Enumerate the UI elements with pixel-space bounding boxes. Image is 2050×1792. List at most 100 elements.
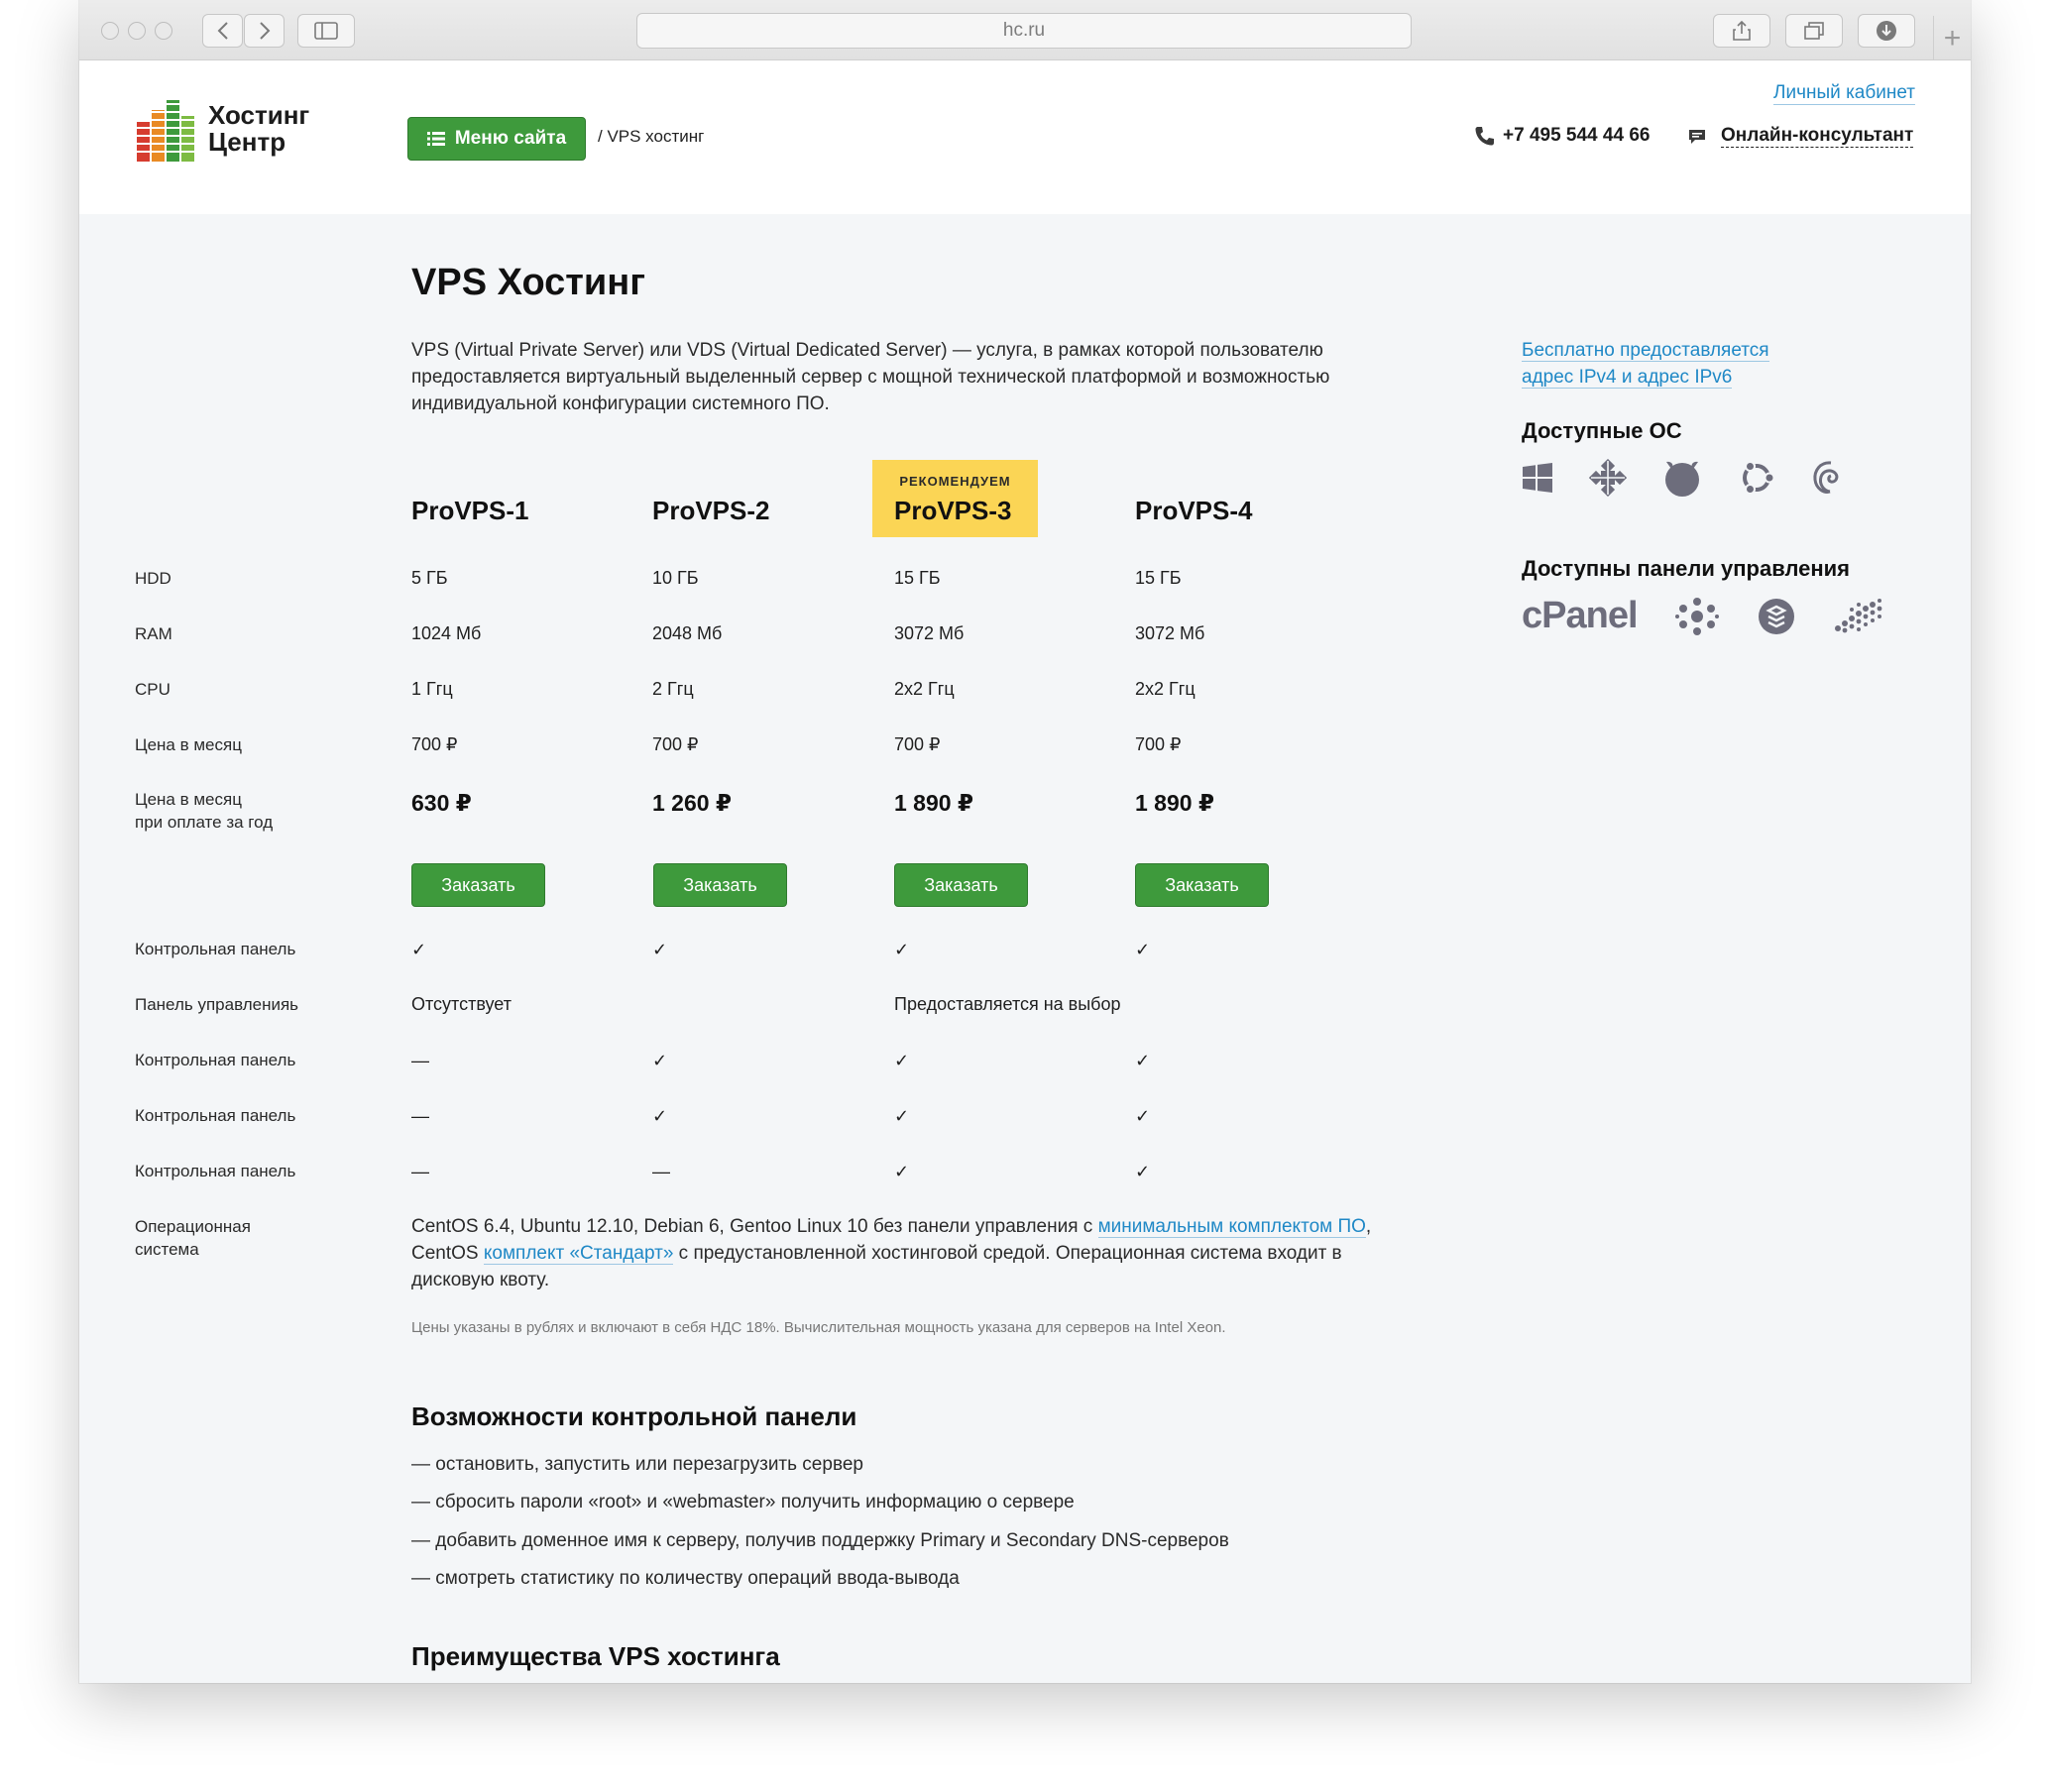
standard-kit-link[interactable]: комплект «Стандарт» [483, 1243, 674, 1265]
order-button-provps-1[interactable]: Заказать [411, 863, 545, 907]
row-label-ram: RAM [135, 624, 172, 643]
management-panel-absent: Отсутствует [411, 994, 512, 1014]
row-label-control-panel-2: Контрольная панель [135, 1051, 296, 1069]
chat-bubble-icon [1689, 129, 1705, 144]
vestacp-icon[interactable] [1834, 598, 1885, 634]
free-ip-link-line-1: Бесплатно предоставляется [1522, 340, 1769, 362]
consultant-text: Онлайн-консультант [1721, 125, 1914, 148]
debian-icon[interactable] [1811, 459, 1845, 497]
check-mark: ✓ [1135, 1162, 1151, 1181]
browser-toolbar: hc.ru + [79, 0, 1971, 60]
personal-account-link[interactable]: Личный кабинет [1773, 82, 1915, 105]
features-heading: Возможности контрольной панели [411, 1401, 857, 1431]
minimal-software-link[interactable]: минимальным комплектом ПО [1097, 1216, 1366, 1238]
hdd-cell: 15 ГБ [894, 568, 941, 588]
back-button[interactable] [202, 14, 243, 48]
free-ip-link-line-2: адрес IPv4 и адрес IPv6 [1522, 367, 1733, 389]
os-label-line-1: Операционная [135, 1217, 251, 1236]
price-year-cell: 1 890 ₽ [894, 790, 973, 816]
intro-text: VPS (Virtual Private Server) или VDS (Vi… [411, 340, 1330, 414]
hdd-cell: 10 ГБ [652, 568, 699, 588]
check-mark: ✓ [1135, 940, 1151, 959]
dash-mark: — [411, 1051, 429, 1070]
freebsd-icon[interactable] [1662, 458, 1702, 498]
ubuntu-icon[interactable] [1738, 459, 1775, 497]
order-button-provps-2[interactable]: Заказать [653, 863, 787, 907]
plan-name-provps-4: ProVPS-4 [1135, 496, 1253, 525]
dash-mark: — [411, 1106, 429, 1126]
cpu-cell: 2x2 Ггц [1135, 679, 1196, 699]
os-label-line-2: система [135, 1240, 199, 1259]
chevron-left-icon [217, 22, 228, 40]
zoom-window-button[interactable] [155, 22, 172, 40]
check-mark: ✓ [411, 940, 427, 959]
site-logo[interactable]: Хостинг Центр [135, 96, 309, 162]
dash-mark: — [652, 1162, 670, 1181]
ram-cell: 2048 Мб [652, 623, 723, 643]
row-label-cpu: CPU [135, 680, 171, 699]
plesk-icon[interactable] [1757, 597, 1796, 636]
feature-item: — смотреть статистику по количеству опер… [411, 1568, 960, 1589]
logo-line-1: Хостинг [208, 100, 310, 130]
new-tab-button[interactable]: + [1933, 16, 1971, 60]
ram-cell: 1024 Мб [411, 623, 482, 643]
ispmanager-icon[interactable] [1674, 597, 1719, 636]
ram-cell: 3072 Мб [894, 623, 965, 643]
page-title: VPS Хостинг [411, 262, 646, 303]
online-consultant-link[interactable]: Онлайн-консультант [1687, 125, 1914, 148]
check-mark: ✓ [1135, 1106, 1151, 1126]
tabs-overview-button[interactable] [1785, 14, 1843, 48]
logo-text: Хостинг Центр [208, 102, 309, 156]
check-mark: ✓ [652, 1106, 668, 1126]
os-description: CentOS 6.4, Ubuntu 12.10, Debian 6, Gent… [411, 1213, 1393, 1293]
price-year-cell: 630 ₽ [411, 790, 472, 816]
check-mark: ✓ [1135, 1051, 1151, 1070]
feature-item: — остановить, запустить или перезагрузит… [411, 1454, 863, 1475]
download-icon [1877, 21, 1896, 41]
address-bar[interactable]: hc.ru [636, 13, 1412, 49]
share-icon [1733, 20, 1751, 41]
price-month-cell: 700 ₽ [411, 734, 458, 754]
os-icons-row [1522, 458, 1845, 498]
check-mark: ✓ [652, 1051, 668, 1070]
price-month-cell: 700 ₽ [1135, 734, 1182, 754]
close-window-button[interactable] [101, 22, 119, 40]
forward-button[interactable] [244, 14, 285, 48]
site-header: Хостинг Центр Меню сайта / VPS хостинг Л… [79, 60, 1971, 214]
cpanel-logo[interactable]: cPanel [1522, 595, 1639, 637]
hdd-cell: 15 ГБ [1135, 568, 1182, 588]
ram-cell: 3072 Мб [1135, 623, 1205, 643]
price-month-cell: 700 ₽ [652, 734, 699, 754]
chevron-right-icon [259, 22, 270, 40]
site-menu-button[interactable]: Меню сайта [407, 117, 586, 161]
plan-name-provps-1: ProVPS-1 [411, 496, 529, 525]
share-button[interactable] [1713, 14, 1770, 48]
advantages-heading: Преимущества VPS хостинга [411, 1641, 780, 1671]
logo-building-icon [135, 100, 196, 162]
recommended-tag: РЕКОМЕНДУЕМ [899, 474, 1011, 489]
logo-line-2: Центр [208, 127, 286, 157]
check-mark: ✓ [894, 1162, 910, 1181]
plan-name-provps-2: ProVPS-2 [652, 496, 770, 525]
prices-note: Цены указаны в рублях и включают в себя … [411, 1319, 1226, 1336]
hdd-cell: 5 ГБ [411, 568, 448, 588]
os-text-part-1: CentOS 6.4, Ubuntu 12.10, Debian 6, Gent… [411, 1216, 1098, 1237]
order-button-provps-4[interactable]: Заказать [1135, 863, 1269, 907]
row-label-control-panel-3: Контрольная панель [135, 1106, 296, 1125]
sidebar-toggle-button[interactable] [297, 14, 355, 48]
downloads-button[interactable] [1858, 14, 1915, 48]
row-label-price-year: Цена в месяц при оплате за год [135, 788, 273, 834]
row-label-control-panel-4: Контрольная панель [135, 1162, 296, 1180]
feature-item: — сбросить пароли «root» и «webmaster» п… [411, 1492, 1075, 1512]
minimize-window-button[interactable] [128, 22, 146, 40]
phone-icon [1475, 127, 1494, 146]
windows-icon[interactable] [1522, 462, 1553, 494]
phone-number[interactable]: +7 495 544 44 66 [1473, 125, 1650, 147]
centos-icon[interactable] [1589, 459, 1627, 497]
cpu-cell: 2 Ггц [652, 679, 694, 699]
row-label-hdd: HDD [135, 569, 171, 588]
price-year-label-line-2: при оплате за год [135, 813, 274, 832]
browser-window: hc.ru + Хостинг Центр Меню сайта / VPS х… [79, 0, 1971, 1683]
free-ip-link[interactable]: Бесплатно предоставляется адрес IPv4 и а… [1522, 337, 1819, 391]
order-button-provps-3[interactable]: Заказать [894, 863, 1028, 907]
